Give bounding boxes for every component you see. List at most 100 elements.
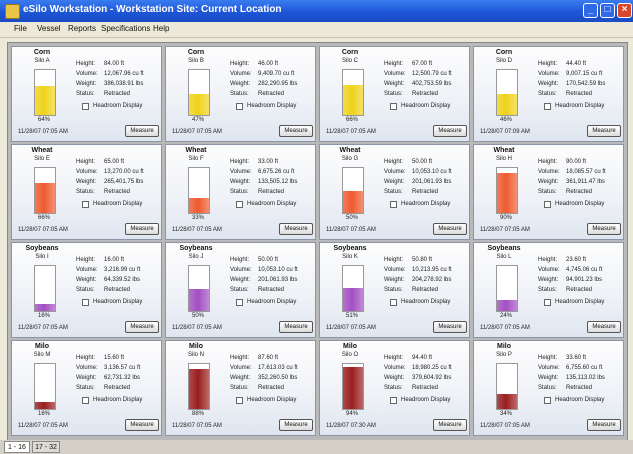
silo-fill: [189, 369, 209, 409]
headroom-label: Headroom Display: [93, 103, 143, 109]
weight-value: 201,061.93 lbs: [258, 277, 298, 283]
silo-level-gauge: [496, 69, 518, 116]
headroom-checkbox[interactable]: [390, 103, 397, 110]
headroom-checkbox[interactable]: [82, 103, 89, 110]
crop-name: Milo: [497, 343, 511, 350]
volume-label: Volume:: [76, 169, 98, 175]
maximize-button[interactable]: □: [600, 3, 615, 18]
headroom-label: Headroom Display: [247, 201, 297, 207]
measure-button[interactable]: Measure: [587, 419, 621, 431]
minimize-button[interactable]: _: [583, 3, 598, 18]
crop-name: Corn: [341, 49, 359, 56]
headroom-label: Headroom Display: [93, 397, 143, 403]
height-value: 44.40 ft: [566, 61, 587, 67]
height-value: 87.60 ft: [258, 355, 279, 361]
fill-percent: 50%: [191, 313, 204, 319]
status-value: Retracted: [258, 385, 285, 391]
status-label: Status:: [538, 385, 557, 391]
headroom-label: Headroom Display: [555, 103, 605, 109]
height-label: Height:: [230, 355, 250, 361]
measure-button[interactable]: Measure: [279, 223, 313, 235]
menu-specifications[interactable]: Specifications: [101, 24, 150, 33]
headroom-checkbox[interactable]: [390, 201, 397, 208]
status-label: Status:: [538, 287, 557, 293]
status-value: Retracted: [412, 385, 439, 391]
measure-button[interactable]: Measure: [433, 223, 467, 235]
close-button[interactable]: ×: [617, 3, 632, 18]
headroom-checkbox[interactable]: [390, 397, 397, 404]
headroom-label: Headroom Display: [247, 397, 297, 403]
silo-card: Milo Silo O 94% Height: 94.40 ft Volume:…: [319, 340, 470, 436]
headroom-checkbox[interactable]: [236, 397, 243, 404]
volume-value: 18,980.25 cu ft: [412, 365, 452, 371]
status-value: Retracted: [566, 385, 593, 391]
volume-label: Volume:: [230, 365, 252, 371]
headroom-checkbox[interactable]: [544, 201, 551, 208]
volume-value: 18,085.57 cu ft: [566, 169, 606, 175]
silo-card: Corn Silo A 64% Height: 84.00 ft Volume:…: [11, 46, 162, 142]
silo-fill: [343, 366, 363, 409]
measure-button[interactable]: Measure: [125, 223, 159, 235]
headroom-checkbox[interactable]: [236, 201, 243, 208]
menu-file[interactable]: File: [14, 24, 27, 33]
menu-reports[interactable]: Reports: [68, 24, 96, 33]
measure-button[interactable]: Measure: [587, 125, 621, 137]
volume-value: 4,745.06 cu ft: [566, 267, 603, 273]
menu-help[interactable]: Help: [153, 24, 169, 33]
measure-button[interactable]: Measure: [433, 419, 467, 431]
height-label: Height:: [76, 159, 96, 165]
timestamp: 11/28/07 07:05 AM: [326, 227, 376, 233]
status-label: Status:: [384, 385, 403, 391]
silo-fill: [189, 288, 209, 311]
headroom-checkbox[interactable]: [544, 103, 551, 110]
headroom-label: Headroom Display: [401, 397, 451, 403]
silo-card: Wheat Silo G 50% Height: 50.00 ft Volume…: [319, 144, 470, 240]
measure-button[interactable]: Measure: [433, 321, 467, 333]
headroom-checkbox[interactable]: [82, 299, 89, 306]
volume-value: 17,613.03 cu ft: [258, 365, 298, 371]
silo-name: Silo B: [188, 58, 204, 64]
height-label: Height:: [230, 257, 250, 263]
menu-vessel[interactable]: Vessel: [37, 24, 61, 33]
tab-1-16[interactable]: 1 - 16: [4, 441, 30, 453]
headroom-checkbox[interactable]: [390, 299, 397, 306]
silo-fill: [343, 190, 363, 213]
headroom-label: Headroom Display: [401, 201, 451, 207]
measure-button[interactable]: Measure: [587, 223, 621, 235]
headroom-checkbox[interactable]: [82, 201, 89, 208]
crop-name: Wheat: [339, 147, 361, 154]
headroom-checkbox[interactable]: [82, 397, 89, 404]
silo-name: Silo F: [188, 156, 204, 162]
headroom-label: Headroom Display: [555, 201, 605, 207]
fill-percent: 50%: [345, 215, 358, 221]
crop-name: Wheat: [493, 147, 515, 154]
headroom-checkbox[interactable]: [544, 299, 551, 306]
measure-button[interactable]: Measure: [125, 125, 159, 137]
timestamp: 11/28/07 07:05 AM: [326, 129, 376, 135]
fill-percent: 64%: [37, 117, 50, 123]
measure-button[interactable]: Measure: [587, 321, 621, 333]
measure-button[interactable]: Measure: [279, 125, 313, 137]
weight-value: 361,911.47 lbs: [566, 179, 605, 185]
headroom-checkbox[interactable]: [236, 299, 243, 306]
timestamp: 11/28/07 07:05 AM: [18, 129, 68, 135]
timestamp: 11/28/07 07:05 AM: [172, 129, 222, 135]
headroom-label: Headroom Display: [247, 103, 297, 109]
headroom-checkbox[interactable]: [544, 397, 551, 404]
measure-button[interactable]: Measure: [125, 419, 159, 431]
silo-level-gauge: [34, 167, 56, 214]
volume-value: 12,500.79 cu ft: [412, 71, 452, 77]
volume-label: Volume:: [538, 169, 560, 175]
volume-label: Volume:: [230, 71, 252, 77]
silo-level-gauge: [342, 69, 364, 116]
measure-button[interactable]: Measure: [125, 321, 159, 333]
measure-button[interactable]: Measure: [279, 321, 313, 333]
status-value: Retracted: [566, 189, 593, 195]
timestamp: 11/28/07 07:05 AM: [18, 227, 68, 233]
tab-17-32[interactable]: 17 - 32: [32, 441, 60, 453]
measure-button[interactable]: Measure: [279, 419, 313, 431]
measure-button[interactable]: Measure: [433, 125, 467, 137]
weight-label: Weight:: [230, 81, 251, 87]
silo-fill: [35, 401, 55, 409]
headroom-checkbox[interactable]: [236, 103, 243, 110]
